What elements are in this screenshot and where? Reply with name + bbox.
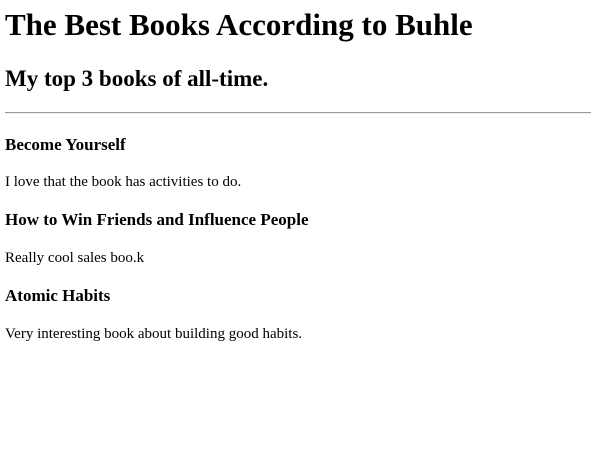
- book-entry: Become Yourself I love that the book has…: [5, 114, 589, 191]
- book-title: Atomic Habits: [5, 286, 111, 305]
- page-title: The Best Books According to Buhle: [5, 7, 473, 42]
- page-subtitle: My top 3 books of all-time.: [5, 66, 269, 91]
- page-content: The Best Books According to Buhle My top…: [0, 0, 594, 343]
- book-entry: How to Win Friends and Influence People …: [5, 191, 589, 267]
- book-entry: Atomic Habits Very interesting book abou…: [5, 267, 589, 343]
- book-comment: Really cool sales boo.k: [5, 250, 145, 266]
- book-title: Become Yourself: [5, 135, 126, 154]
- book-title: How to Win Friends and Influence People: [5, 210, 309, 229]
- book-comment: Very interesting book about building goo…: [5, 326, 303, 342]
- book-comment: I love that the book has activities to d…: [5, 174, 242, 190]
